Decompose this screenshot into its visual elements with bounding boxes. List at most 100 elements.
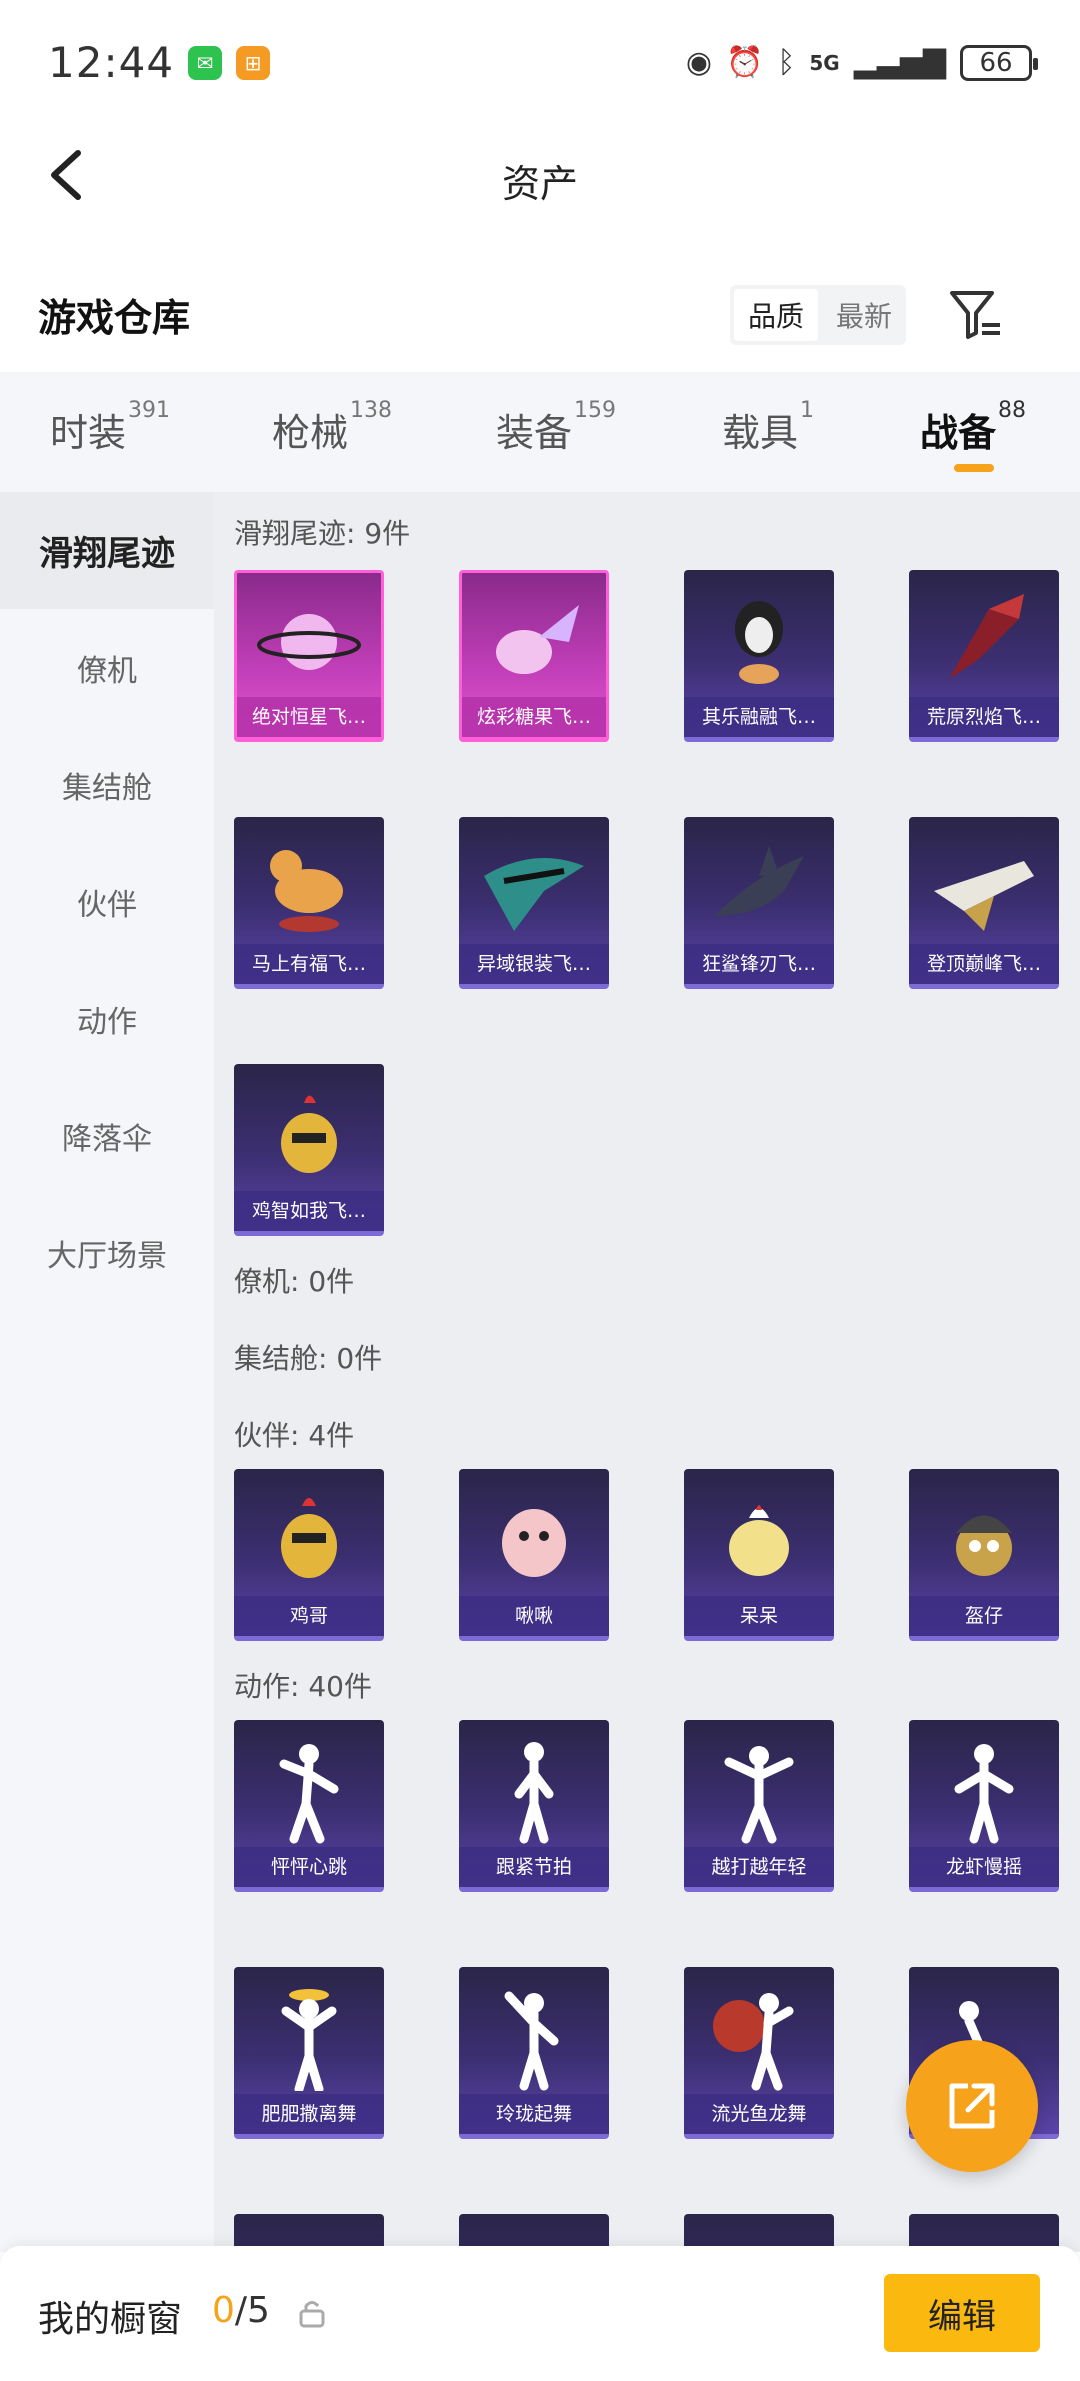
item-card[interactable]: 荒原烈焰飞… <box>909 570 1059 742</box>
item-card[interactable]: 其乐融融飞… <box>684 570 834 742</box>
item-name: 异域银装飞… <box>459 944 609 984</box>
sidebar-item-glide-trail[interactable]: 滑翔尾迹 <box>0 492 214 609</box>
showcase-bar: 我的橱窗 0/5 编辑 <box>0 2246 1080 2381</box>
item-name: 呆呆 <box>684 1596 834 1636</box>
tab-fashion[interactable]: 时装391 <box>50 398 170 457</box>
item-name: 荒原烈焰飞… <box>909 697 1059 737</box>
warehouse-title: 游戏仓库 <box>38 296 191 340</box>
helmet-bird-icon <box>909 1479 1059 1597</box>
item-name: 肥肥撒离舞 <box>234 2094 384 2134</box>
item-card[interactable]: 马上有福飞… <box>234 817 384 989</box>
item-card[interactable]: 狂鲨锋刃飞… <box>684 817 834 989</box>
dancer-icon <box>459 1977 609 2095</box>
sort-quality-button[interactable]: 品质 <box>734 289 818 341</box>
tab-count: 1 <box>800 398 815 423</box>
battery-level: 66 <box>979 47 1013 78</box>
item-card[interactable]: 流光鱼龙舞 <box>684 1967 834 2139</box>
battery-icon: 66 <box>960 44 1038 81</box>
showcase-current: 0 <box>212 2290 235 2331</box>
section-label-glide: 滑翔尾迹: 9件 <box>234 517 411 550</box>
tab-label: 枪械 <box>272 411 349 455</box>
tab-count: 391 <box>128 398 171 423</box>
dancer-icon <box>684 1730 834 1848</box>
filter-button[interactable] <box>948 287 1004 343</box>
sidebar-item-wingman[interactable]: 僚机 <box>0 609 214 726</box>
item-name: 越打越年轻 <box>684 1847 834 1887</box>
item-name: 绝对恒星飞… <box>237 697 381 737</box>
item-name: 龙虾慢摇 <box>909 1847 1059 1887</box>
item-card[interactable]: 呆呆 <box>684 1469 834 1641</box>
item-card[interactable]: 异域银装飞… <box>459 817 609 989</box>
chick-icon <box>684 1479 834 1597</box>
item-card[interactable]: 鸡智如我飞… <box>234 1064 384 1236</box>
item-name: 跟紧节拍 <box>459 1847 609 1887</box>
section-label-pod: 集结舱: 0件 <box>234 1342 383 1375</box>
horse-toy-icon <box>234 827 384 945</box>
tab-combat[interactable]: 战备88 <box>920 398 1026 457</box>
chicken-icon <box>234 1074 384 1192</box>
item-card[interactable]: 鸡哥 <box>234 1469 384 1641</box>
tab-label: 战备 <box>920 411 997 455</box>
section-label-partner: 伙伴: 4件 <box>234 1419 355 1452</box>
showcase-count: 0/5 <box>212 2290 270 2331</box>
item-card[interactable]: 越打越年轻 <box>684 1720 834 1892</box>
lock-icon <box>298 2298 326 2328</box>
item-name: 鸡哥 <box>234 1596 384 1636</box>
sidebar-item-partner[interactable]: 伙伴 <box>0 843 214 960</box>
item-card[interactable]: 炫彩糖果飞… <box>459 570 609 742</box>
dancer-icon <box>459 1730 609 1848</box>
candy-icon <box>462 583 606 701</box>
item-name: 狂鲨锋刃飞… <box>684 944 834 984</box>
filter-icon <box>950 291 1000 339</box>
sidebar-item-lobby-scene[interactable]: 大厅场景 <box>0 1194 214 1311</box>
page-title: 资产 <box>501 162 578 206</box>
share-button[interactable] <box>906 2040 1038 2172</box>
item-card[interactable]: 肥肥撒离舞 <box>234 1967 384 2139</box>
tab-count: 88 <box>998 398 1027 423</box>
network-label: 5G <box>809 50 840 75</box>
dancer-icon <box>234 1730 384 1848</box>
tab-equipment[interactable]: 装备159 <box>496 398 616 457</box>
edit-button[interactable]: 编辑 <box>884 2274 1040 2352</box>
item-card[interactable]: 跟紧节拍 <box>459 1720 609 1892</box>
item-card[interactable]: 玲珑起舞 <box>459 1967 609 2139</box>
item-card[interactable]: 登顶巅峰飞… <box>909 817 1059 989</box>
sidebar-item-parachute[interactable]: 降落伞 <box>0 1077 214 1194</box>
tab-label: 时装 <box>50 411 127 455</box>
wechat-icon: ✉ <box>188 45 223 80</box>
item-name: 登顶巅峰飞… <box>909 944 1059 984</box>
item-card[interactable]: 绝对恒星飞… <box>234 570 384 742</box>
status-time: 12:44 <box>48 38 175 87</box>
item-name: 马上有福飞… <box>234 944 384 984</box>
item-name: 玲珑起舞 <box>459 2094 609 2134</box>
tab-count: 138 <box>350 398 393 423</box>
share-icon <box>949 2083 995 2129</box>
sidebar-item-rally-pod[interactable]: 集结舱 <box>0 726 214 843</box>
bluetooth-icon: ᛒ <box>777 45 796 80</box>
item-name: 鸡智如我飞… <box>234 1191 384 1231</box>
showcase-label: 我的橱窗 <box>38 2299 183 2340</box>
item-card[interactable]: 啾啾 <box>459 1469 609 1641</box>
item-card[interactable]: 怦怦心跳 <box>234 1720 384 1892</box>
item-name: 流光鱼龙舞 <box>684 2094 834 2134</box>
item-name: 盔仔 <box>909 1596 1059 1636</box>
sort-newest-button[interactable]: 最新 <box>822 285 906 345</box>
tab-vehicles[interactable]: 载具1 <box>722 398 814 457</box>
sort-toggle: 品质 最新 <box>730 285 906 345</box>
title-bar: 资产 <box>0 125 1080 225</box>
sidebar-item-emote[interactable]: 动作 <box>0 960 214 1077</box>
game-controller-icon: ⊞ <box>236 45 271 80</box>
tab-count: 159 <box>574 398 617 423</box>
flame-glider-icon <box>909 580 1059 698</box>
dancer-icon <box>684 1977 834 2095</box>
active-tab-indicator <box>954 464 994 472</box>
category-tabs: 时装391 枪械138 装备159 载具1 战备88 <box>0 372 1080 492</box>
chicken-bro-icon <box>234 1479 384 1597</box>
item-card[interactable]: 盔仔 <box>909 1469 1059 1641</box>
tab-guns[interactable]: 枪械138 <box>272 398 392 457</box>
tab-label: 载具 <box>722 411 799 455</box>
item-card[interactable]: 龙虾慢摇 <box>909 1720 1059 1892</box>
signal-icon: ▂▃▅▇ <box>853 45 946 80</box>
item-name: 其乐融融飞… <box>684 697 834 737</box>
status-bar: 12:44 ✉ ⊞ ◉ ⏰ ᛒ 5G ▂▃▅▇ 66 <box>0 0 1080 125</box>
